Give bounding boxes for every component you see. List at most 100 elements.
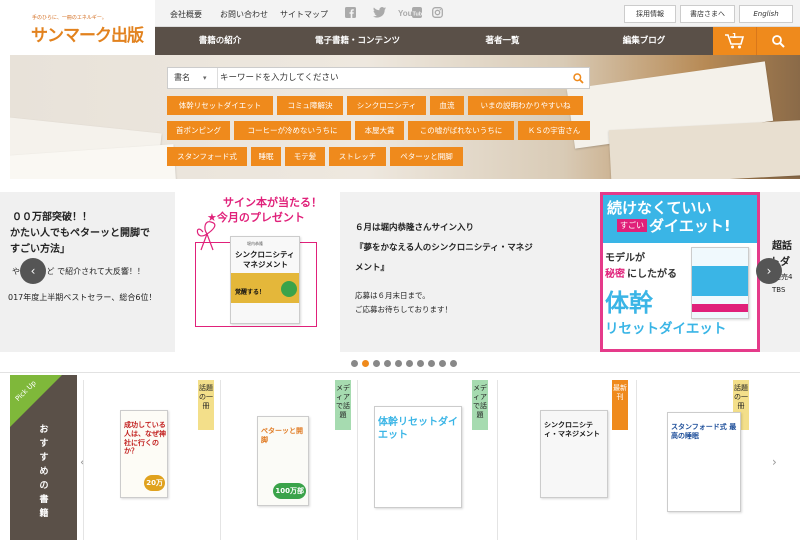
svg-text:Tube: Tube (413, 12, 423, 18)
keyword-tag[interactable]: モテ髪 (285, 147, 325, 166)
pickup-book-card[interactable]: メディアで話題 体幹リセットダイエット (357, 380, 495, 540)
book-title: シンクロニシティ・マネジメント (544, 421, 600, 438)
keyword-tag[interactable]: ＫＳの宇宙さん (518, 121, 590, 140)
keyword-tag[interactable]: ストレッチ (329, 147, 386, 166)
carousel-dot[interactable] (384, 360, 391, 367)
keyword-tag[interactable]: 本屋大賞 (355, 121, 404, 140)
nav-search-button[interactable] (757, 27, 800, 55)
youtube-icon[interactable]: YouTube (398, 7, 425, 19)
pickup-book-card[interactable]: 最新刊 シンクロニシティ・マネジメント (497, 380, 635, 540)
link-company[interactable]: 会社概要 (170, 9, 202, 20)
instagram-icon[interactable] (432, 7, 443, 19)
slide-text: かたい人でもペターッと開脚で (10, 228, 150, 239)
search-category-label: 書名 (174, 73, 190, 82)
ad-copy: にしたがる (627, 269, 677, 280)
book-cover[interactable]: 体幹リセットダイエット (374, 406, 462, 508)
keyword-tag[interactable]: 体幹リセットダイエット (167, 96, 273, 115)
keyword-tag[interactable]: シンクロニシティ (347, 96, 426, 115)
search-icon[interactable] (573, 73, 584, 84)
nav-ebooks[interactable]: 電子書籍・コンテンツ (285, 27, 430, 55)
brand-tagline: 手のひらに、一冊のエネルギー。 (32, 15, 107, 21)
keyword-tag[interactable]: 睡眠 (251, 147, 281, 166)
slide-title: ６月は堀内恭隆さんサイン入り (355, 223, 475, 233)
link-contact[interactable]: お問い合わせ (220, 9, 268, 20)
brand-name: サンマーク出版 (31, 26, 144, 46)
carousel-dot[interactable] (417, 360, 424, 367)
slide-text: 017年度上半期ベストセラー、総合6位！ (8, 293, 157, 302)
ad-headline-2: ダイエット! (649, 217, 731, 235)
book-sales-badge: 100万部 (273, 483, 306, 499)
carousel-dot[interactable] (406, 360, 413, 367)
book-title: スタンフォード式 最高の睡眠 (671, 423, 737, 440)
chevron-down-icon: ▾ (203, 74, 207, 82)
cart-button[interactable]: 1 (713, 27, 757, 55)
recruit-button[interactable]: 採用情報 (624, 5, 676, 23)
book-ribbon-label: メディアで話題 (335, 380, 351, 430)
feature-carousel: ００万部突破！！ かたい人でもペターッと開脚で すごい方法」 やがい など で紹… (0, 192, 800, 352)
carousel-dot[interactable] (373, 360, 380, 367)
keyword-tag[interactable]: スタンフォード式 (167, 147, 247, 166)
book-ribbon-label: メディアで話題 (472, 380, 488, 430)
carousel-dot[interactable] (450, 360, 457, 367)
ad-book-cover (691, 247, 749, 319)
ad-copy: モデルが (605, 253, 645, 264)
book-cover[interactable]: ペターッと開脚 100万部 (257, 416, 309, 506)
search-input[interactable] (220, 70, 560, 86)
link-sitemap[interactable]: サイトマップ (280, 9, 328, 20)
keyword-tag[interactable]: 首ポンピング (167, 121, 230, 140)
carousel-dot[interactable] (428, 360, 435, 367)
nav-books[interactable]: 書籍の紹介 (155, 27, 285, 55)
book-cover[interactable]: 成功している人は、なぜ神社に行くのか？ 20万 (120, 410, 168, 498)
carousel-slide-active[interactable]: ６月は堀内恭隆さんサイン入り 『夢をかなえる人のシンクロニシティ・マネジ メント… (340, 192, 600, 352)
diet-book-ad[interactable]: 続けなくていい すごい ダイエット! モデルが 秘密 にしたがる 体幹 リセット… (600, 192, 760, 352)
book-title: 成功している人は、なぜ神社に行くのか？ (124, 421, 166, 456)
carousel-prev-button[interactable]: ‹ (20, 258, 46, 284)
pickup-label: Pick Up おすすめの書籍 (10, 375, 77, 540)
slide-title: 『夢をかなえる人のシンクロニシティ・マネジ (355, 243, 533, 253)
book-cover[interactable]: スタンフォード式 最高の睡眠 (667, 412, 741, 512)
search-icon (772, 35, 785, 48)
ad-badge: すごい (617, 219, 647, 232)
slide-text: ００万部突破！！ (12, 212, 92, 223)
keyword-tag[interactable]: この嘘がばれないうちに (408, 121, 514, 140)
logo[interactable]: 手のひらに、一冊のエネルギー。 サンマーク出版 (0, 0, 155, 55)
utility-bar: 会社概要 お問い合わせ サイトマップ YouTube 採用情報 書店さまへ En… (155, 0, 800, 27)
keyword-tag[interactable]: コーヒーが冷めないうちに (234, 121, 351, 140)
book-cover[interactable]: シンクロニシティ・マネジメント (540, 410, 608, 498)
book-title: 体幹リセットダイエット (378, 417, 458, 441)
promo-slide[interactable]: サイン本が当たる！ ★今月のプレゼント 堀内恭隆 シンクロニシティ マネジメント… (175, 192, 340, 352)
facebook-icon[interactable] (345, 7, 356, 19)
book-sales-badge: 20万 (144, 475, 165, 491)
pickup-book-card[interactable]: 話題の一冊 スタンフォード式 最高の睡眠 (636, 380, 756, 540)
slide-text: 超話 (772, 241, 792, 252)
book-ribbon-label: 最新刊 (612, 380, 628, 430)
nav-authors[interactable]: 著者一覧 (430, 27, 575, 55)
pickup-title: おすすめの書籍 (39, 425, 49, 519)
svg-text:You: You (398, 9, 413, 18)
search-category-select[interactable]: 書名 ▾ (168, 68, 218, 88)
main-nav: 書籍の紹介 電子書籍・コンテンツ 著者一覧 編集ブログ (155, 27, 713, 55)
keyword-tag[interactable]: ペターッと開脚 (390, 147, 463, 166)
book-title: ペターッと開脚 (261, 427, 303, 444)
search-form: 書名 ▾ (167, 67, 590, 89)
carousel-dot[interactable] (395, 360, 402, 367)
promo-book-cover: 堀内恭隆 シンクロニシティ マネジメント 覚醒する！ (230, 236, 300, 324)
carousel-next-button[interactable]: › (756, 258, 782, 284)
keyword-tag[interactable]: いまの説明わかりやすいね (468, 96, 583, 115)
carousel-dot[interactable] (439, 360, 446, 367)
slide-title: メント』 (355, 263, 390, 273)
pickup-book-card[interactable]: メディアで話題ペターッと開脚 100万部 (220, 380, 358, 540)
twitter-icon[interactable] (373, 7, 386, 19)
keyword-tag[interactable]: コミュ障解決 (277, 96, 343, 115)
pickup-book-card[interactable]: 話題の一冊 成功している人は、なぜ神社に行くのか？ 20万 (83, 380, 221, 540)
nav-blog[interactable]: 編集ブログ (575, 27, 713, 55)
pickup-next-icon[interactable]: › (772, 455, 777, 469)
hero-book-image (608, 119, 800, 179)
ad-copy: 秘密 (605, 269, 625, 280)
slide-note: 応募は６月末日まで。 (355, 291, 430, 300)
carousel-dot[interactable] (351, 360, 358, 367)
bookstore-button[interactable]: 書店さまへ (680, 5, 735, 23)
english-button[interactable]: English (739, 5, 793, 23)
carousel-dot-active[interactable] (362, 360, 369, 367)
keyword-tag[interactable]: 血流 (430, 96, 464, 115)
